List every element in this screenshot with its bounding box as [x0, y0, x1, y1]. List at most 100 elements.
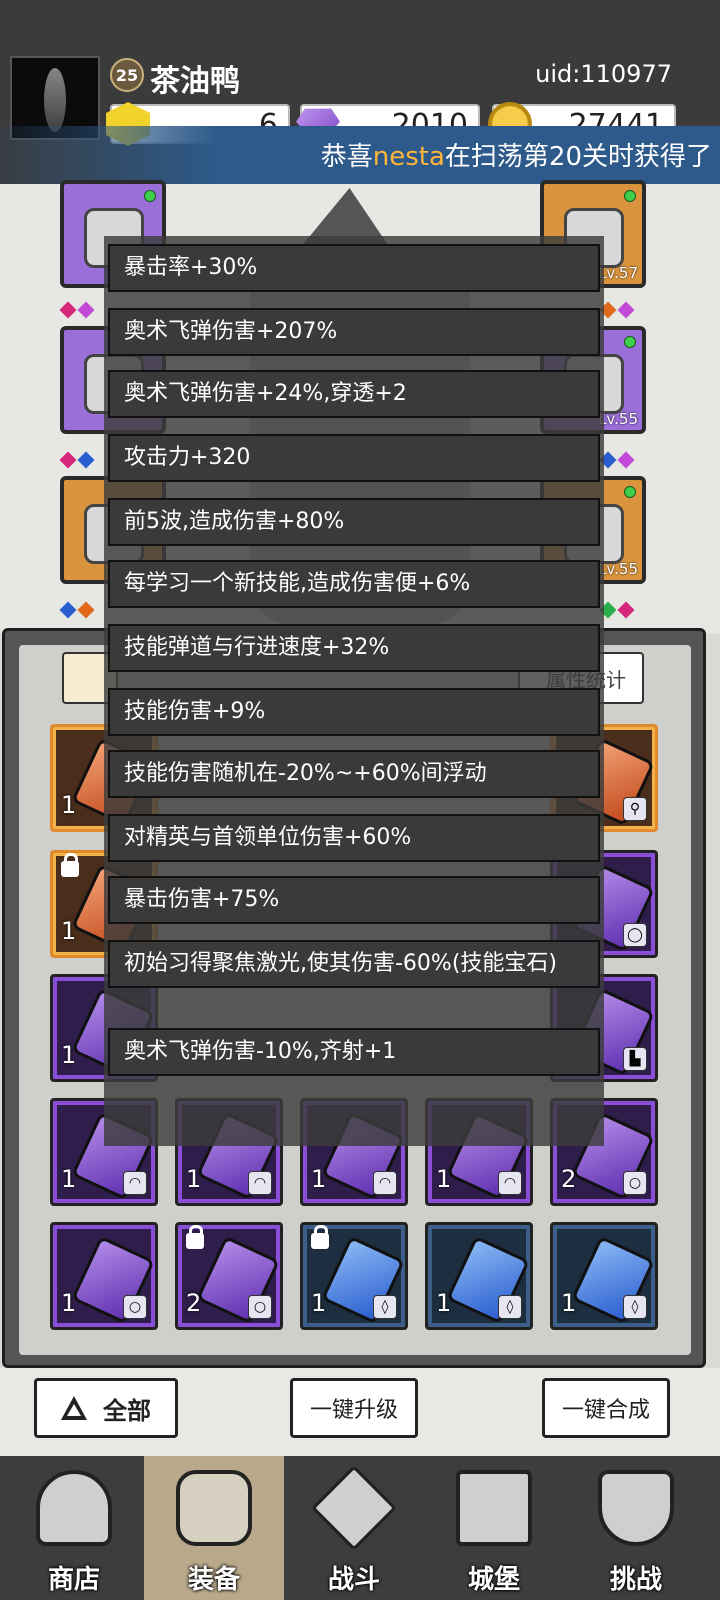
- nav-label: 商店: [47, 1565, 100, 1595]
- nav-label: 战斗: [327, 1565, 380, 1595]
- socket-diamond-icon: [617, 451, 635, 469]
- gem-cell[interactable]: 1 ○: [50, 1222, 158, 1330]
- gem-attributes-tooltip[interactable]: 暴击率+30% 奥术飞弹伤害+207% 奥术飞弹伤害+24%,穿透+2 攻击力+…: [104, 236, 604, 1146]
- upgrade-dot: [624, 190, 636, 202]
- gem-qty: 1: [61, 917, 77, 945]
- equip-level: Lv.57: [598, 264, 638, 282]
- hat-type-icon: ◠: [498, 1171, 522, 1195]
- gem-qty: 1: [61, 1289, 77, 1317]
- uid-label: uid:110977: [535, 60, 672, 88]
- nav-label: 挑战: [609, 1565, 662, 1595]
- filter-all-button[interactable]: 全部: [34, 1378, 178, 1438]
- necklace-type-icon: ○: [248, 1295, 272, 1319]
- gem-qty: 1: [186, 1165, 202, 1193]
- player-name: 茶油鸭: [150, 64, 240, 99]
- ghost-icon: [44, 68, 66, 132]
- nav-castle[interactable]: 城堡: [424, 1456, 564, 1600]
- socket-row: [599, 450, 635, 470]
- nav-label: 装备: [187, 1565, 240, 1595]
- castle-icon: [456, 1470, 532, 1546]
- attribute-line: 对精英与首领单位伤害+60%: [108, 814, 600, 862]
- nav-label: 城堡: [467, 1565, 520, 1595]
- hat-type-icon: ◠: [248, 1171, 272, 1195]
- socket-diamond-icon: [77, 451, 95, 469]
- nav-challenge[interactable]: 挑战: [566, 1456, 706, 1600]
- announcement-prefix: 恭喜: [320, 142, 373, 172]
- lock-icon: [186, 1225, 204, 1249]
- attribute-line: 暴击率+30%: [108, 244, 600, 292]
- attribute-line: 攻击力+320: [108, 434, 600, 482]
- necklace-type-icon: ○: [623, 1171, 647, 1195]
- nav-shop[interactable]: 商店: [4, 1456, 144, 1600]
- necklace-type-icon: ○: [123, 1295, 147, 1319]
- shield-icon: [598, 1470, 674, 1546]
- announcement-text: 恭喜nesta在扫荡第20关时获得了: [321, 136, 712, 173]
- upgrade-dot: [144, 190, 156, 202]
- announcement-suffix: 在扫荡第20关时获得了: [444, 142, 712, 172]
- socket-diamond-icon: [77, 301, 95, 319]
- upgrade-dot: [624, 336, 636, 348]
- gem-cell[interactable]: 1 ◊: [425, 1222, 533, 1330]
- triangle-up-icon: [61, 1396, 87, 1420]
- backpack-icon: [176, 1470, 252, 1546]
- level-badge: 25: [110, 58, 144, 92]
- socket-diamond-icon: [77, 601, 95, 619]
- socket-row: [599, 300, 635, 320]
- gem-cell[interactable]: 1 ◊: [300, 1222, 408, 1330]
- drop-type-icon: ◊: [623, 1295, 647, 1319]
- attribute-line: 奥术飞弹伤害+24%,穿透+2: [108, 370, 600, 418]
- gem-cell[interactable]: 1 ◊: [550, 1222, 658, 1330]
- gem-qty: 1: [561, 1289, 577, 1317]
- gem-qty: 1: [311, 1165, 327, 1193]
- gem-qty: 2: [561, 1165, 577, 1193]
- gem-qty: 1: [311, 1289, 327, 1317]
- hat-type-icon: ◠: [123, 1171, 147, 1195]
- crossed-swords-icon: [311, 1465, 397, 1551]
- bottom-nav: 商店 装备 战斗 城堡 挑战: [0, 1456, 720, 1600]
- upgrade-dot: [624, 486, 636, 498]
- lock-icon: [311, 1225, 329, 1249]
- socket-diamond-icon: [59, 601, 77, 619]
- socket-row: [599, 600, 635, 620]
- gem-qty: 1: [436, 1289, 452, 1317]
- equip-level: Lv.55: [598, 560, 638, 578]
- nav-equipment[interactable]: 装备: [144, 1456, 284, 1600]
- attribute-line: 技能伤害+9%: [108, 688, 600, 736]
- upgrade-all-button[interactable]: 一键升级: [290, 1378, 418, 1438]
- attribute-line: 技能弹道与行进速度+32%: [108, 624, 600, 672]
- attribute-line: 奥术飞弹伤害+207%: [108, 308, 600, 356]
- nav-battle[interactable]: 战斗: [284, 1456, 424, 1600]
- gem-qty: 1: [61, 791, 77, 819]
- attribute-line: 技能伤害随机在-20%~+60%间浮动: [108, 750, 600, 798]
- attribute-line: 暴击伤害+75%: [108, 876, 600, 924]
- gem-qty: 1: [61, 1165, 77, 1193]
- announcement-banner: 恭喜nesta在扫荡第20关时获得了: [0, 126, 720, 184]
- pipe-type-icon: ⚲: [623, 797, 647, 821]
- socket-row: [59, 300, 95, 320]
- socket-diamond-icon: [617, 301, 635, 319]
- drop-type-icon: ◊: [373, 1295, 397, 1319]
- socket-row: [59, 600, 95, 620]
- attribute-line: 前5波,造成伤害+80%: [108, 498, 600, 546]
- attribute-line: 奥术飞弹伤害-10%,齐射+1: [108, 1028, 600, 1076]
- lock-icon: [61, 853, 79, 877]
- equip-level: Lv.55: [598, 410, 638, 428]
- attribute-line: 初始习得聚焦激光,使其伤害-60%(技能宝石): [108, 940, 600, 988]
- merge-all-button[interactable]: 一键合成: [542, 1378, 670, 1438]
- hat-type-icon: ◠: [373, 1171, 397, 1195]
- filter-all-label: 全部: [103, 1396, 151, 1425]
- boot-type-icon: ▙: [623, 1047, 647, 1071]
- gem-qty: 1: [61, 1041, 77, 1069]
- socket-diamond-icon: [59, 301, 77, 319]
- drop-type-icon: ◊: [498, 1295, 522, 1319]
- announcement-player: nesta: [372, 142, 445, 172]
- attribute-line: 每学习一个新技能,造成伤害便+6%: [108, 560, 600, 608]
- gem-qty: 1: [436, 1165, 452, 1193]
- shop-icon: [36, 1470, 112, 1546]
- socket-diamond-icon: [59, 451, 77, 469]
- socket-row: [59, 450, 95, 470]
- gem-cell[interactable]: 2 ○: [175, 1222, 283, 1330]
- ring-type-icon: ◯: [623, 923, 647, 947]
- socket-diamond-icon: [617, 601, 635, 619]
- gem-qty: 2: [186, 1289, 202, 1317]
